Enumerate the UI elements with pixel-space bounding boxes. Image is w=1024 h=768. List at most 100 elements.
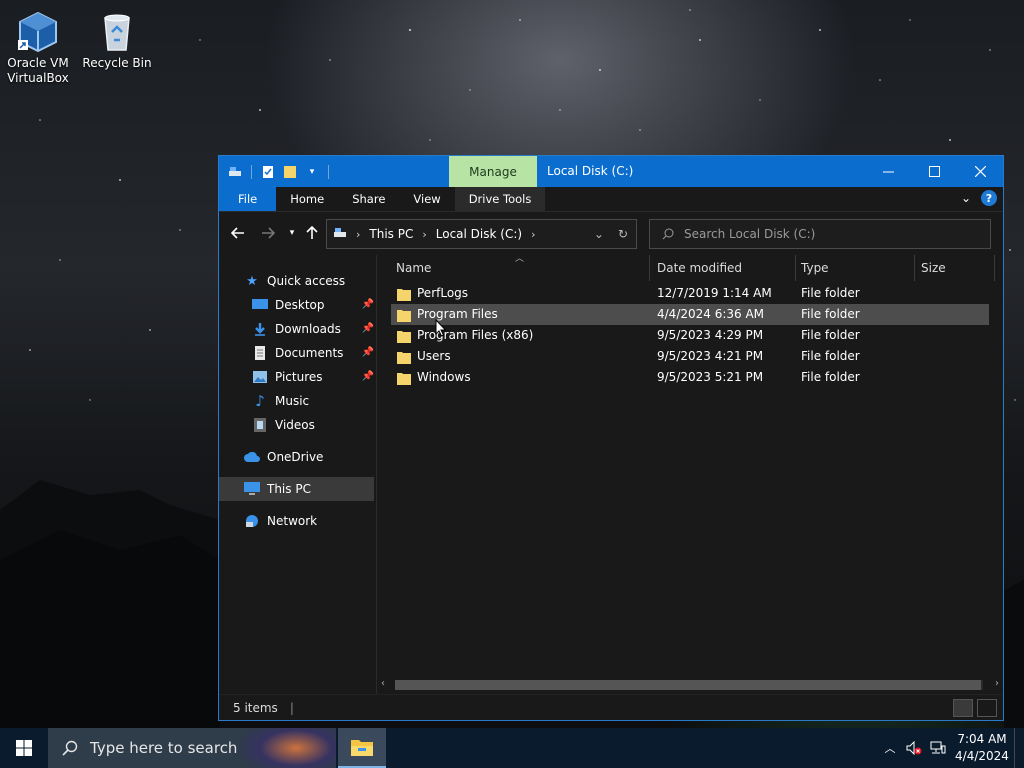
title-bar[interactable]: ▾ Manage Local Disk (C:)	[219, 156, 1003, 187]
search-highlight-image	[226, 728, 336, 768]
tab-file[interactable]: File	[219, 187, 277, 211]
sidebar-item-videos[interactable]: Videos	[219, 413, 376, 437]
sidebar-item-desktop[interactable]: Desktop 📌	[219, 293, 376, 317]
column-header-size[interactable]: Size	[921, 255, 946, 281]
taskbar-file-explorer[interactable]	[338, 728, 386, 768]
tab-share[interactable]: Share	[338, 187, 399, 211]
tab-view[interactable]: View	[399, 187, 454, 211]
column-header-type[interactable]: Type	[801, 255, 829, 281]
desktop-icon-label: Recycle Bin	[82, 56, 152, 70]
minimize-icon	[882, 171, 894, 173]
table-row[interactable]: Users 9/5/2023 4:21 PM File folder	[391, 346, 989, 367]
desktop-icon-label: VirtualBox	[7, 71, 69, 85]
close-button[interactable]	[957, 156, 1003, 187]
details-view-icon[interactable]	[953, 699, 973, 717]
windows-logo-icon	[16, 740, 32, 756]
tab-drive-tools[interactable]: Drive Tools	[454, 187, 546, 211]
address-bar[interactable]: › This PC › Local Disk (C:) › ⌄ ↻	[326, 219, 637, 249]
pin-icon[interactable]: 📌	[362, 323, 374, 334]
volume-muted-icon[interactable]	[902, 728, 926, 768]
chevron-right-icon[interactable]: ›	[356, 228, 360, 241]
large-icons-view-icon[interactable]	[977, 699, 997, 717]
scroll-left-icon[interactable]: ‹	[381, 678, 385, 689]
divider[interactable]	[649, 255, 650, 281]
file-type: File folder	[801, 370, 860, 384]
sidebar-item-music[interactable]: ♪ Music	[219, 389, 376, 413]
scroll-right-icon[interactable]: ›	[995, 678, 999, 689]
mouse-cursor-icon	[435, 319, 447, 337]
table-row[interactable]: PerfLogs 12/7/2019 1:14 AM File folder	[391, 283, 989, 304]
properties-icon[interactable]	[260, 164, 276, 180]
chevron-right-icon[interactable]: ›	[422, 228, 426, 241]
pin-icon[interactable]: 📌	[362, 371, 374, 382]
customize-qat-icon[interactable]: ▾	[304, 164, 320, 180]
taskbar: Type here to search ︿ 7:04 AM 4/4/2024	[0, 728, 1024, 768]
sidebar-item-downloads[interactable]: Downloads 📌	[219, 317, 376, 341]
navigation-bar: ▾ › This PC › Local Disk (C:) › ⌄ ↻ Sear…	[219, 211, 1003, 255]
sidebar-item-documents[interactable]: Documents 📌	[219, 341, 376, 365]
breadcrumb-this-pc[interactable]: This PC	[369, 227, 413, 241]
show-hidden-icons-icon[interactable]: ︿	[878, 728, 902, 768]
sidebar-item-label: Quick access	[267, 274, 346, 288]
show-desktop-button[interactable]	[1014, 728, 1024, 768]
star-icon: ★	[246, 273, 258, 289]
tab-manage[interactable]: Manage	[449, 156, 537, 187]
table-row[interactable]: Program Files (x86) 9/5/2023 4:29 PM Fil…	[391, 325, 989, 346]
ribbon-tabs: File Home Share View Drive Tools ⌄ ?	[219, 187, 1003, 211]
pin-icon[interactable]: 📌	[362, 299, 374, 310]
divider	[251, 164, 252, 179]
file-type: File folder	[801, 328, 860, 342]
search-icon	[662, 228, 674, 240]
sort-ascending-icon: ︿	[515, 254, 525, 264]
minimize-button[interactable]	[865, 156, 911, 187]
column-header-date-modified[interactable]: Date modified	[657, 255, 742, 281]
sidebar-item-label: Documents	[275, 346, 344, 360]
sidebar-item-label: Network	[267, 514, 318, 528]
taskbar-clock[interactable]: 7:04 AM 4/4/2024	[950, 731, 1014, 765]
help-icon[interactable]: ?	[981, 190, 997, 206]
up-button[interactable]	[301, 222, 323, 244]
refresh-icon[interactable]: ↻	[618, 227, 628, 241]
back-arrow-icon	[231, 227, 244, 239]
videos-icon	[251, 417, 269, 433]
computer-icon	[243, 481, 261, 497]
back-button[interactable]	[227, 222, 249, 244]
file-name: Program Files	[417, 307, 498, 321]
sidebar-item-network[interactable]: Network	[219, 509, 376, 533]
item-count: 5 items	[233, 700, 278, 715]
new-folder-icon[interactable]	[282, 164, 298, 180]
column-header-name[interactable]: Name	[396, 255, 431, 281]
breadcrumb-local-disk[interactable]: Local Disk (C:)	[436, 227, 522, 241]
sidebar-item-pictures[interactable]: Pictures 📌	[219, 365, 376, 389]
table-row[interactable]: Windows 9/5/2023 5:21 PM File folder	[391, 367, 989, 388]
clock-time: 7:04 AM	[957, 732, 1007, 746]
pin-icon[interactable]: 📌	[362, 347, 374, 358]
desktop-icon-virtualbox[interactable]: Oracle VM VirtualBox	[0, 4, 76, 86]
network-icon[interactable]	[926, 728, 950, 768]
folder-icon	[397, 309, 411, 322]
forward-button[interactable]	[257, 222, 279, 244]
sidebar-item-quick-access[interactable]: ★ Quick access	[219, 269, 376, 293]
address-dropdown-icon[interactable]: ⌄	[594, 227, 604, 241]
sidebar-item-this-pc[interactable]: This PC	[219, 477, 374, 501]
system-tray: ︿ 7:04 AM 4/4/2024	[878, 728, 1024, 768]
sidebar-item-onedrive[interactable]: OneDrive	[219, 445, 376, 469]
divider[interactable]	[795, 255, 796, 281]
divider[interactable]	[914, 255, 915, 281]
taskbar-search-input[interactable]: Type here to search	[48, 728, 336, 768]
search-input[interactable]: Search Local Disk (C:)	[649, 219, 991, 249]
chevron-right-icon[interactable]: ›	[531, 228, 535, 241]
start-button[interactable]	[0, 728, 48, 768]
table-row[interactable]: Program Files 4/4/2024 6:36 AM File fold…	[391, 304, 989, 325]
horizontal-scrollbar[interactable]: ‹ ›	[377, 676, 1003, 694]
recent-locations-button[interactable]: ▾	[281, 222, 303, 244]
divider[interactable]	[994, 255, 995, 281]
file-date: 4/4/2024 6:36 AM	[657, 307, 765, 321]
expand-ribbon-icon[interactable]: ⌄	[961, 191, 971, 205]
scrollbar-thumb[interactable]	[395, 680, 981, 690]
desktop-icon-recycle-bin[interactable]: Recycle Bin	[79, 4, 155, 71]
recycle-bin-icon	[95, 10, 139, 54]
maximize-button[interactable]	[911, 156, 957, 187]
tab-home[interactable]: Home	[276, 187, 338, 211]
clock-date: 4/4/2024	[955, 749, 1009, 763]
